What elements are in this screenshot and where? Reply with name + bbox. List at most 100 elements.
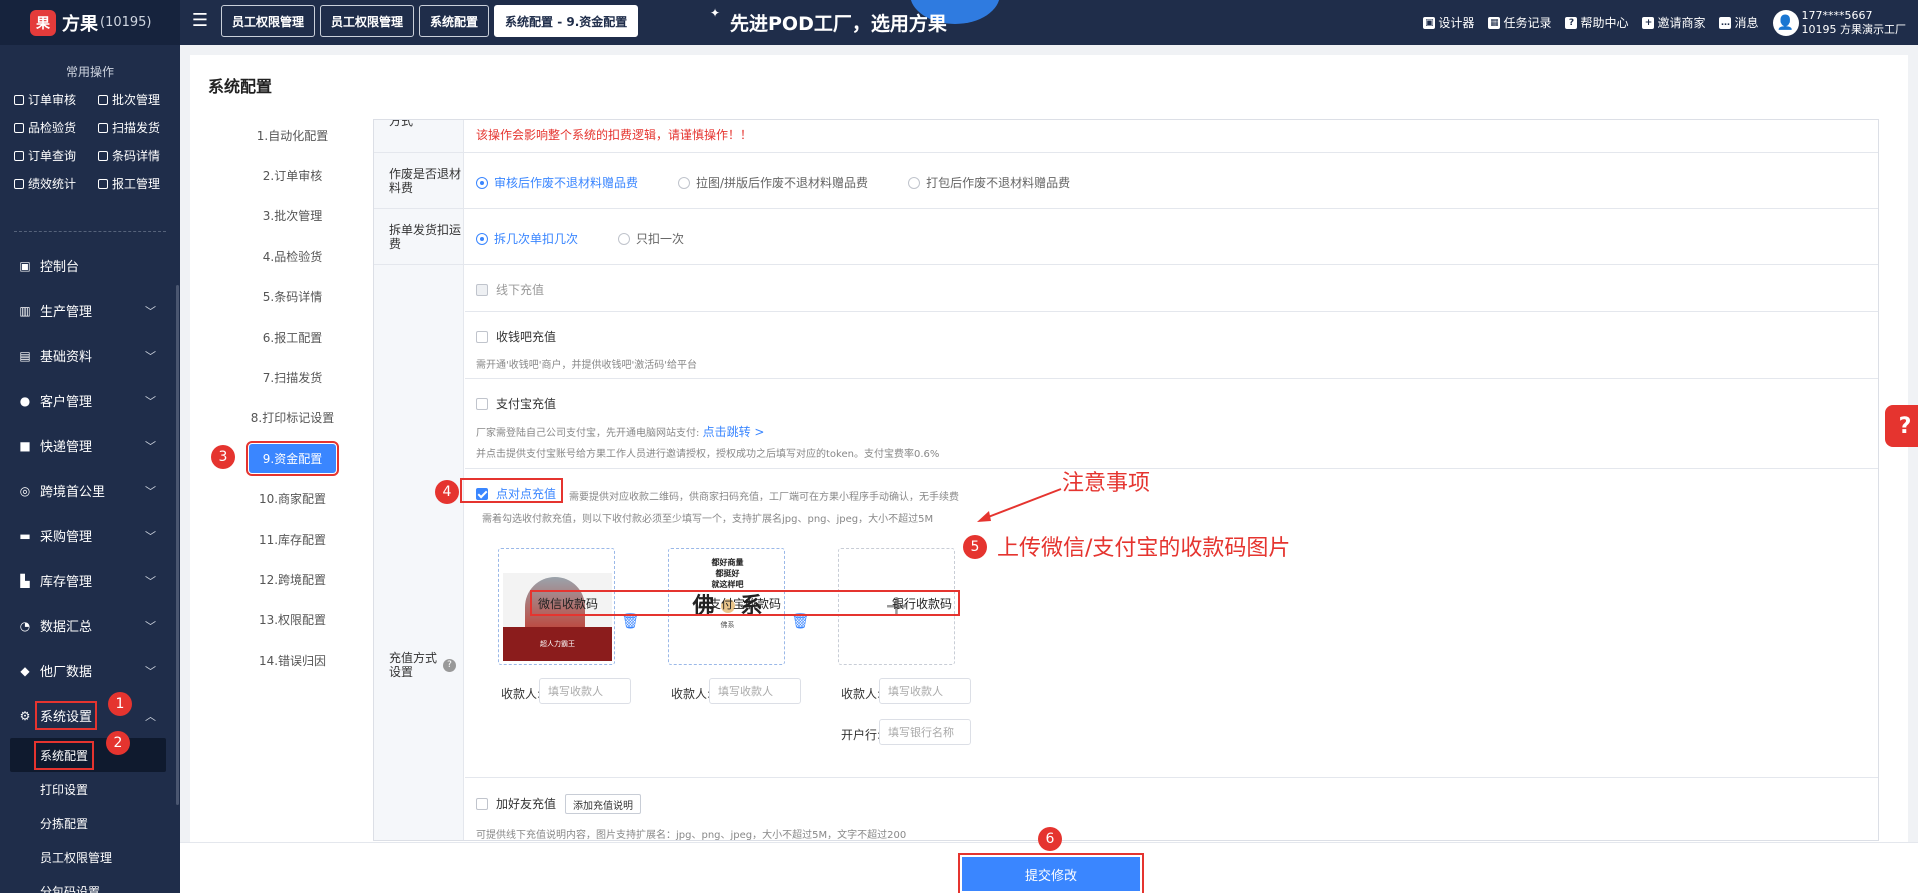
menu-toggle-icon[interactable]: ☰ [190, 11, 210, 31]
user-menu[interactable]: 👤 177****5667 10195 方果演示工厂 [1772, 9, 1906, 37]
image-text: 佛系 [720, 621, 735, 629]
step-item[interactable]: 11.库存配置 [220, 519, 365, 559]
sidebar-sub-print[interactable]: 打印设置 [0, 772, 180, 806]
step-item-fund-config[interactable]: 9.资金配置 [220, 438, 365, 478]
pie-icon: ◔ [19, 618, 31, 633]
row-deduct-mode: 方式 该操作会影响整个系统的扣费逻辑，请谨慎操作！！ [374, 120, 1878, 153]
sidebar-item-dashboard[interactable]: ▣ 控制台 [0, 243, 180, 288]
sidebar-sub-subcontract-code[interactable]: 分包码设置 [0, 874, 180, 893]
step-item[interactable]: 3.批次管理 [220, 196, 365, 236]
tab-bar: 员工权限管理 员工权限管理 系统配置 系统配置 - 9.资金配置 [221, 5, 639, 37]
quick-label: 条码详情 [112, 149, 161, 163]
step-item[interactable]: 8.打印标记设置 [220, 398, 365, 438]
sidebar-item-customer[interactable]: ● 客户管理 ﹀ [0, 378, 180, 423]
radio-option[interactable]: 只扣一次 [618, 230, 684, 247]
shouqianba-hint: 需开通'收钱吧'商户，并提供收钱吧'激活码'给平台 [476, 360, 697, 371]
invite-link[interactable]: + 邀请商家 [1642, 14, 1705, 31]
alipay-checkbox[interactable]: 支付宝充值 [476, 395, 556, 412]
offline-checkbox[interactable]: 线下充值 [476, 281, 544, 298]
sidebar-scrollbar[interactable] [176, 285, 179, 805]
friend-checkbox[interactable]: 加好友充值 [476, 795, 556, 812]
sidebar-item-system-settings[interactable]: ⚙ 系统设置 ︿ [0, 693, 180, 738]
quick-order-query[interactable]: 订单查询 [14, 147, 98, 164]
step-label: 5.条码详情 [262, 290, 323, 305]
sidebar-item-warehouse[interactable]: ▙ 库存管理 ﹀ [0, 558, 180, 603]
step-item[interactable]: 1.自动化配置 [220, 115, 365, 155]
radio-option[interactable]: 打包后作废不退材料赠品费 [908, 174, 1070, 191]
sidebar-sub-sorting[interactable]: 分拣配置 [0, 806, 180, 840]
alipay-jump-link[interactable]: 点击跳转 > [703, 425, 765, 439]
step-label: 4.品检验货 [262, 249, 323, 264]
sidebar-item-express[interactable]: ■ 快递管理 ﹀ [0, 423, 180, 468]
dashboard-icon: ▣ [19, 258, 31, 273]
tab-system-config[interactable]: 系统配置 [419, 5, 490, 37]
quick-report[interactable]: 报工管理 [98, 175, 174, 192]
tab-fund-config[interactable]: 系统配置 - 9.资金配置 [494, 5, 639, 37]
designer-link[interactable]: ▣ 设计器 [1423, 14, 1474, 31]
tasks-link[interactable]: ▦ 任务记录 [1488, 14, 1551, 31]
promo-banner: ✦ 先进POD工厂，选用方果 [700, 0, 1020, 45]
quick-scan-ship[interactable]: 扫描发货 [98, 119, 174, 136]
alipay-hint-text: 厂家需登陆自己公司支付宝，先开通电脑网站支付: [476, 428, 700, 439]
radio-label: 拉图/拼版后作废不退材料赠品费 [696, 176, 869, 190]
sidebar-item-data-summary[interactable]: ◔ 数据汇总 ﹀ [0, 603, 180, 648]
quick-label: 品检验货 [28, 121, 77, 135]
checkbox-label: 收钱吧充值 [496, 330, 557, 344]
messages-link[interactable]: … 消息 [1719, 14, 1759, 31]
step-item[interactable]: 13.权限配置 [220, 600, 365, 640]
quick-label: 订单审核 [28, 93, 77, 107]
tab-staff-permission-1[interactable]: 员工权限管理 [221, 5, 316, 37]
floating-help-button[interactable]: ? [1885, 405, 1918, 447]
sidebar-item-purchase[interactable]: ▬ 采购管理 ﹀ [0, 513, 180, 558]
database-icon: ▤ [19, 348, 31, 363]
sub-label: 分拣配置 [40, 816, 89, 831]
sidebar-item-crossborder[interactable]: ◎ 跨境首公里 ﹀ [0, 468, 180, 513]
alipay-payee-input[interactable]: 填写收款人 [709, 678, 801, 704]
step-item[interactable]: 2.订单审核 [220, 155, 365, 195]
app-logo[interactable]: 果 方果 (10195) [0, 0, 180, 45]
nav-label: 系统设置 [34, 701, 98, 730]
sidebar-item-other-factory[interactable]: ◆ 他厂数据 ﹀ [0, 648, 180, 693]
bank-payee-input[interactable]: 填写收款人 [879, 678, 971, 704]
help-link[interactable]: ? 帮助中心 [1565, 14, 1628, 31]
sidebar-item-production[interactable]: ▥ 生产管理 ﹀ [0, 288, 180, 333]
quick-order-review[interactable]: 订单审核 [14, 91, 98, 108]
quick-batch[interactable]: 批次管理 [98, 91, 174, 108]
question-icon[interactable]: ? [443, 658, 456, 672]
radio-option[interactable]: 拆几次单扣几次 [476, 230, 578, 247]
step-item[interactable]: 4.品检验货 [220, 236, 365, 276]
step-item[interactable]: 5.条码详情 [220, 277, 365, 317]
sidebar-item-basic-data[interactable]: ▤ 基础资料 ﹀ [0, 333, 180, 378]
sidebar-sub-system-config[interactable]: 系统配置 [10, 738, 166, 772]
quick-barcode[interactable]: 条码详情 [98, 147, 174, 164]
step-item[interactable]: 7.扫描发货 [220, 357, 365, 397]
quick-inspection[interactable]: 品检验货 [14, 119, 98, 136]
add-recharge-note-button[interactable]: 添加充值说明 [565, 794, 641, 814]
radio-label: 只扣一次 [636, 232, 685, 246]
checkbox-icon [476, 797, 488, 810]
chevron-down-icon: ﹀ [145, 575, 156, 588]
express-icon: ■ [19, 438, 31, 453]
step-label: 3.批次管理 [262, 209, 323, 224]
wechat-payee-input[interactable]: 填写收款人 [539, 678, 631, 704]
step-item[interactable]: 12.跨境配置 [220, 559, 365, 599]
submit-button[interactable]: 提交修改 [958, 853, 1144, 893]
quick-label: 订单查询 [28, 149, 77, 163]
radio-option[interactable]: 拉图/拼版后作废不退材料赠品费 [678, 174, 868, 191]
stats-icon [14, 178, 24, 189]
sidebar-sub-staff-permission[interactable]: 员工权限管理 [0, 840, 180, 874]
report-icon [98, 178, 108, 189]
step-label: 1.自动化配置 [256, 128, 329, 143]
bank-name-input[interactable]: 填写银行名称 [879, 719, 971, 745]
step-item[interactable]: 10.商家配置 [220, 479, 365, 519]
shouqianba-checkbox[interactable]: 收钱吧充值 [476, 328, 556, 345]
step-badge-3: 3 [211, 445, 235, 469]
radio-option[interactable]: 审核后作废不退材料赠品费 [476, 174, 638, 191]
tab-staff-permission-2[interactable]: 员工权限管理 [320, 5, 415, 37]
user-add-icon: + [1642, 16, 1655, 29]
wechat-qr-image: 超人力霸王 [503, 573, 612, 661]
step-item[interactable]: 6.报工配置 [220, 317, 365, 357]
step-item[interactable]: 14.错误归因 [220, 640, 365, 680]
quick-performance[interactable]: 绩效统计 [14, 175, 98, 192]
nav-label: 快递管理 [40, 440, 93, 455]
